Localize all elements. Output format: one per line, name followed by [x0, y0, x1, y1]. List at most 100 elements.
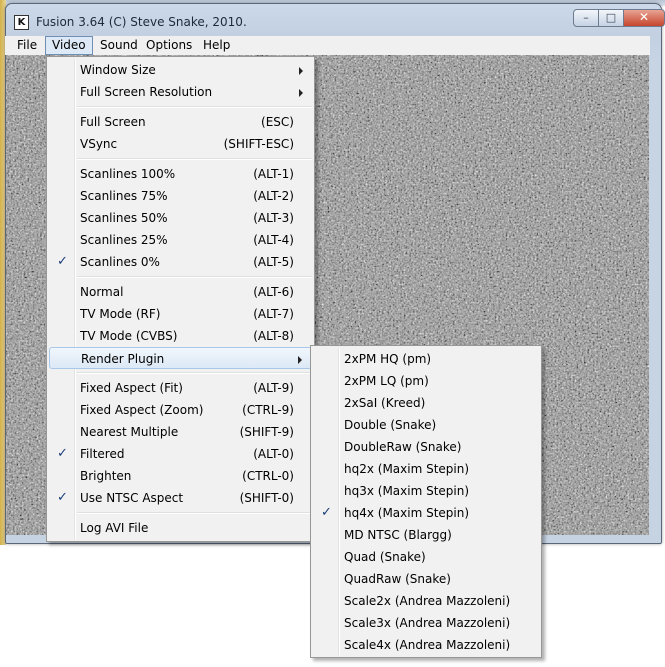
menu-item-shortcut: (ALT-8): [253, 329, 294, 343]
menu-separator: [77, 158, 312, 160]
menu-item-log-avi-file[interactable]: Log AVI File: [49, 517, 312, 539]
plugin-item-label: 2xPM LQ (pm): [344, 374, 429, 388]
plugin-item-2xpm-hq-pm[interactable]: 2xPM HQ (pm): [313, 348, 539, 370]
menu-item-label: TV Mode (RF): [80, 307, 161, 321]
menu-item-label: Fixed Aspect (Zoom): [80, 403, 204, 417]
menu-item-label: VSync: [80, 137, 118, 151]
plugin-item-label: Scale4x (Andrea Mazzoleni): [344, 638, 511, 652]
plugin-item-label: 2xSaI (Kreed): [344, 396, 426, 410]
menu-sound[interactable]: Sound: [94, 36, 140, 55]
maximize-icon: □: [605, 11, 617, 24]
plugin-item-doubleraw-snake[interactable]: DoubleRaw (Snake): [313, 436, 539, 458]
menu-item-render-plugin[interactable]: Render Plugin: [49, 347, 312, 369]
menu-item-shortcut: (ALT-6): [253, 285, 294, 299]
menu-item-label: Fixed Aspect (Fit): [80, 381, 183, 395]
plugin-item-label: hq3x (Maxim Stepin): [344, 484, 470, 498]
minimize-button[interactable]: –: [573, 9, 599, 27]
plugin-item-scale2x-andrea-mazzoleni[interactable]: Scale2x (Andrea Mazzoleni): [313, 590, 539, 612]
plugin-item-label: Scale3x (Andrea Mazzoleni): [344, 616, 511, 630]
plugin-item-scale3x-andrea-mazzoleni[interactable]: Scale3x (Andrea Mazzoleni): [313, 612, 539, 634]
menu-item-brighten[interactable]: Brighten (CTRL-0): [49, 465, 312, 487]
menu-item-scanlines-25[interactable]: Scanlines 25% (ALT-4): [49, 229, 312, 251]
menu-item-shortcut: (ALT-7): [253, 307, 294, 321]
plugin-item-md-ntsc-blargg[interactable]: MD NTSC (Blargg): [313, 524, 539, 546]
menu-item-shortcut: (ALT-4): [253, 233, 294, 247]
menu-help[interactable]: Help: [197, 36, 237, 55]
plugin-item-hq3x-maxim-stepin[interactable]: hq3x (Maxim Stepin): [313, 480, 539, 502]
menu-item-label: Scanlines 25%: [80, 233, 168, 247]
menu-item-label: Full Screen Resolution: [80, 85, 213, 99]
plugin-item-scale4x-andrea-mazzoleni[interactable]: Scale4x (Andrea Mazzoleni): [313, 634, 539, 656]
plugin-item-2xpm-lq-pm[interactable]: 2xPM LQ (pm): [313, 370, 539, 392]
menu-item-label: Brighten: [80, 469, 132, 483]
plugin-item-quadraw-snake[interactable]: QuadRaw (Snake): [313, 568, 539, 590]
menu-item-label: Window Size: [80, 63, 156, 77]
menu-item-window-size[interactable]: Window Size: [49, 59, 312, 81]
close-button[interactable]: ✕: [623, 9, 665, 27]
menu-item-label: Filtered: [80, 447, 125, 461]
menu-item-label: Full Screen: [80, 115, 146, 129]
menu-item-shortcut: (SHIFT-ESC): [223, 137, 294, 151]
menu-item-scanlines-75[interactable]: Scanlines 75% (ALT-2): [49, 185, 312, 207]
menu-item-shortcut: (ALT-3): [253, 211, 294, 225]
submenu-arrow-icon: [299, 67, 303, 75]
plugin-item-hq2x-maxim-stepin[interactable]: hq2x (Maxim Stepin): [313, 458, 539, 480]
menu-item-shortcut: (SHIFT-0): [239, 491, 294, 505]
plugin-item-label: Double (Snake): [344, 418, 437, 432]
menu-separator: [77, 276, 312, 278]
menu-item-tv-mode-cvbs[interactable]: TV Mode (CVBS) (ALT-8): [49, 325, 312, 347]
menu-item-label: Nearest Multiple: [80, 425, 179, 439]
menu-item-fixed-aspect-zoom[interactable]: Fixed Aspect (Zoom) (CTRL-9): [49, 399, 312, 421]
plugin-item-label: 2xPM HQ (pm): [344, 352, 432, 366]
submenu-arrow-icon: [299, 89, 303, 97]
menu-item-fixed-aspect-fit[interactable]: Fixed Aspect (Fit) (ALT-9): [49, 377, 312, 399]
menu-item-full-screen-resolution[interactable]: Full Screen Resolution: [49, 81, 312, 103]
maximize-button[interactable]: □: [598, 9, 624, 27]
menu-file[interactable]: File: [11, 36, 45, 55]
plugin-item-hq4x-maxim-stepin[interactable]: ✓ hq4x (Maxim Stepin): [313, 502, 539, 524]
menu-item-shortcut: (CTRL-0): [242, 469, 294, 483]
plugin-item-label: hq2x (Maxim Stepin): [344, 462, 470, 476]
menu-item-filtered[interactable]: ✓ Filtered (ALT-0): [49, 443, 312, 465]
menu-item-scanlines-100[interactable]: Scanlines 100% (ALT-1): [49, 163, 312, 185]
plugin-item-label: hq4x (Maxim Stepin): [344, 506, 470, 520]
menu-options[interactable]: Options: [140, 36, 196, 55]
menu-item-nearest-multiple[interactable]: Nearest Multiple (SHIFT-9): [49, 421, 312, 443]
menu-item-full-screen[interactable]: Full Screen (ESC): [49, 111, 312, 133]
menu-item-scanlines-0[interactable]: ✓ Scanlines 0% (ALT-5): [49, 251, 312, 273]
menu-item-normal[interactable]: Normal (ALT-6): [49, 281, 312, 303]
menu-item-scanlines-50[interactable]: Scanlines 50% (ALT-3): [49, 207, 312, 229]
plugin-item-double-snake[interactable]: Double (Snake): [313, 414, 539, 436]
menu-item-use-ntsc-aspect[interactable]: ✓ Use NTSC Aspect (SHIFT-0): [49, 487, 312, 509]
menu-item-label: Log AVI File: [80, 521, 149, 535]
menu-item-label: Scanlines 50%: [80, 211, 168, 225]
menu-item-shortcut: (ALT-5): [253, 255, 294, 269]
menu-item-tv-mode-rf[interactable]: TV Mode (RF) (ALT-7): [49, 303, 312, 325]
menu-item-label: TV Mode (CVBS): [80, 329, 178, 343]
plugin-item-label: MD NTSC (Blargg): [344, 528, 452, 542]
checkmark-icon: ✓: [57, 446, 68, 461]
submenu-arrow-icon: [298, 356, 302, 364]
menu-item-label: Use NTSC Aspect: [80, 491, 184, 505]
menu-video[interactable]: Video: [45, 36, 93, 55]
plugin-item-label: Quad (Snake): [344, 550, 426, 564]
menu-item-shortcut: (ALT-2): [253, 189, 294, 203]
menu-item-shortcut: (ALT-0): [253, 447, 294, 461]
menu-item-shortcut: (SHIFT-9): [239, 425, 294, 439]
menu-item-label: Scanlines 75%: [80, 189, 168, 203]
menu-item-label: Scanlines 100%: [80, 167, 176, 181]
menu-item-label: Scanlines 0%: [80, 255, 160, 269]
menu-item-vsync[interactable]: VSync (SHIFT-ESC): [49, 133, 312, 155]
checkmark-icon: ✓: [321, 505, 332, 520]
plugin-item-label: QuadRaw (Snake): [344, 572, 451, 586]
kega-fusion-app-icon[interactable]: K: [14, 15, 29, 30]
plugin-item-2xsai-kreed[interactable]: 2xSaI (Kreed): [313, 392, 539, 414]
menu-item-shortcut: (CTRL-9): [242, 403, 294, 417]
menu-item-shortcut: (ALT-1): [253, 167, 294, 181]
plugin-item-quad-snake[interactable]: Quad (Snake): [313, 546, 539, 568]
render-plugin-submenu: 2xPM HQ (pm) 2xPM LQ (pm) 2xSaI (Kreed) Dou…: [310, 345, 542, 658]
menu-item-label: Normal: [80, 285, 124, 299]
minimize-icon: –: [583, 11, 589, 24]
menu-item-shortcut: (ESC): [261, 115, 294, 129]
title-bar[interactable]: K Fusion 3.64 (C) Steve Snake, 2010. – □…: [6, 4, 665, 38]
